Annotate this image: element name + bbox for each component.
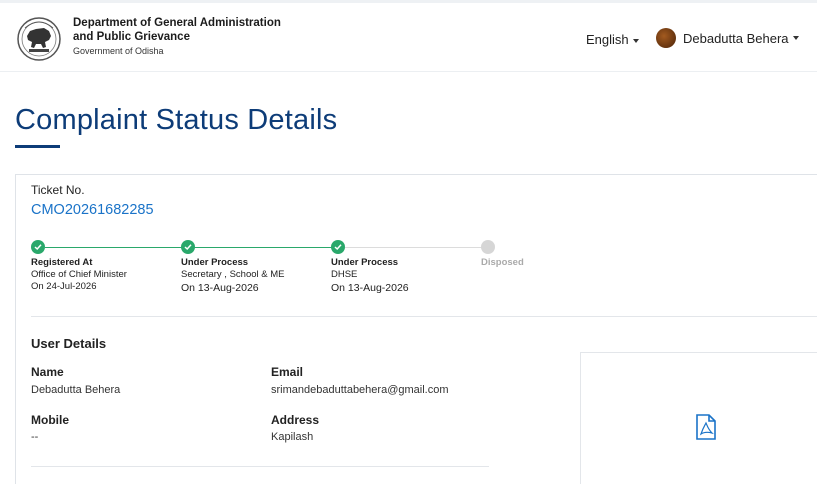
department-block: Department of General Administration and…	[73, 17, 281, 56]
ticket-number: CMO20261682285	[31, 202, 154, 218]
step-detail: Office of Chief Minister	[31, 269, 127, 280]
department-name-line1: Department of General Administration	[73, 17, 281, 29]
step-check-icon	[331, 240, 345, 254]
email-value: srimandebaduttabehera@gmail.com	[271, 384, 449, 396]
step-date: On 13-Aug-2026	[181, 282, 259, 294]
page-title: Complaint Status Details	[15, 104, 338, 136]
title-underline	[15, 145, 60, 148]
language-dropdown[interactable]: English	[586, 32, 639, 47]
step-title: Registered At	[31, 257, 93, 268]
name-value: Debadutta Behera	[31, 384, 121, 396]
user-menu[interactable]: Debadutta Behera	[656, 28, 799, 48]
email-label: Email	[271, 365, 304, 379]
mobile-value: --	[31, 431, 39, 443]
odisha-emblem-icon[interactable]	[16, 14, 62, 64]
step-detail: DHSE	[331, 269, 358, 280]
step-disposed: Disposed	[481, 257, 524, 269]
address-label: Address	[271, 413, 320, 427]
user-name: Debadutta Behera	[683, 30, 789, 46]
step-under-process-2: Under Process DHSE On 13-Aug-2026	[331, 257, 409, 294]
progress-line-pending	[345, 247, 487, 248]
divider	[31, 316, 817, 317]
step-check-icon	[31, 240, 45, 254]
step-registered: Registered At Office of Chief Minister O…	[31, 257, 127, 293]
mobile-label: Mobile	[31, 413, 69, 427]
name-label: Name	[31, 365, 64, 379]
caret-down-icon	[632, 38, 639, 43]
step-pending-dot	[481, 240, 495, 254]
ticket-label: Ticket No.	[31, 183, 85, 197]
department-name-line2: and Public Grievance	[73, 30, 190, 43]
user-details-title: User Details	[31, 336, 107, 351]
language-label: English	[586, 32, 629, 47]
step-date: On 13-Aug-2026	[331, 282, 409, 294]
government-label: Government of Odisha	[73, 46, 164, 56]
address-value: Kapilash	[271, 431, 314, 443]
caret-down-icon	[792, 36, 799, 40]
step-title: Under Process	[331, 257, 399, 268]
step-title: Disposed	[481, 257, 524, 268]
avatar	[656, 28, 676, 48]
pdf-file-icon[interactable]	[695, 414, 717, 440]
divider	[31, 466, 489, 467]
step-detail: Secretary , School & ME	[181, 269, 285, 280]
top-bar: Department of General Administration and…	[0, 0, 817, 72]
step-check-icon	[181, 240, 195, 254]
step-date: On 24-Jul-2026	[31, 281, 97, 292]
step-title: Under Process	[181, 257, 249, 268]
step-under-process-1: Under Process Secretary , School & ME On…	[181, 257, 284, 294]
